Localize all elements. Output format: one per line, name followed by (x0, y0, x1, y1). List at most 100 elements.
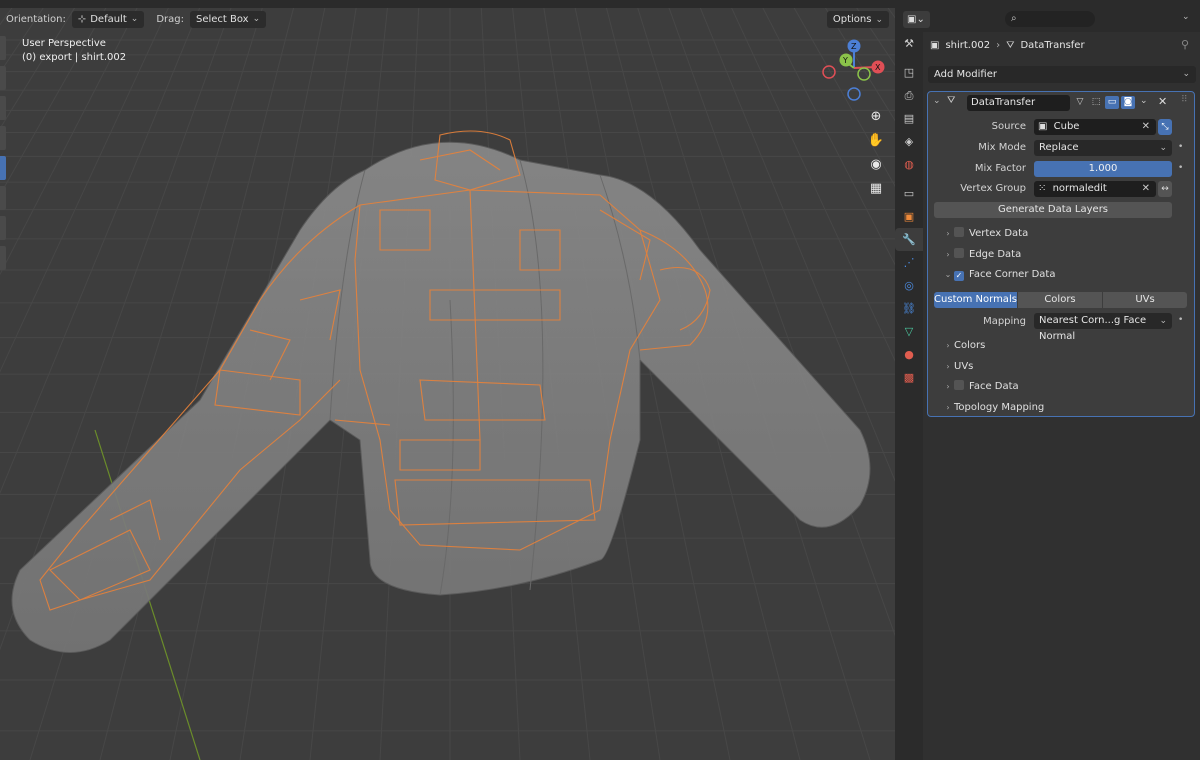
face-data-checkbox[interactable] (954, 380, 964, 390)
modifier-name-field[interactable]: DataTransfer (967, 95, 1070, 111)
tab-custom-normals[interactable]: Custom Normals (934, 292, 1017, 308)
grid-ortho-icon[interactable]: ▦ (866, 180, 886, 197)
tab-uvs[interactable]: UVs (1103, 292, 1187, 308)
constraints-tab-icon[interactable]: ⛓ (895, 297, 923, 320)
texture-tab-icon[interactable]: ▩ (895, 366, 923, 389)
world-tab-icon[interactable]: ◍ (895, 153, 923, 176)
breadcrumb-separator: › (996, 39, 1001, 51)
subpanel-face-corner-data[interactable]: ⌄ ✓ Face Corner Data (942, 265, 1182, 285)
tool-button[interactable] (0, 36, 6, 60)
zoom-icon[interactable]: ⊕ (866, 108, 886, 125)
add-modifier-button[interactable]: Add Modifier ⌄ (928, 66, 1196, 83)
tool-button-active[interactable] (0, 156, 6, 180)
drag-label: Drag: (156, 13, 184, 25)
face-data-label: Face Data (969, 381, 1019, 392)
scene-tab-icon[interactable]: ◈ (895, 130, 923, 153)
drag-dropdown[interactable]: Select Box ⌄ (189, 10, 267, 28)
modifier-tab-icon[interactable]: 🔧 (895, 228, 923, 251)
hand-pan-icon[interactable]: ✋ (866, 132, 886, 149)
generate-data-layers-button[interactable]: Generate Data Layers (934, 202, 1172, 218)
properties-tab-column: ⚒ ◳ ⎙ ▤ ◈ ◍ ▭ ▣ 🔧 ⋰ ◎ ⛓ ▽ ● ▩ (895, 32, 923, 760)
tool-button[interactable] (0, 186, 6, 210)
chevron-down-icon: ⌄ (1159, 316, 1167, 326)
object-transform-icon[interactable]: ⤡ (1158, 119, 1172, 135)
gizmo-neg-x[interactable] (822, 65, 836, 79)
source-field[interactable]: ▣ Cube ✕ (1034, 119, 1156, 135)
invert-arrows-icon[interactable]: ↔ (1158, 181, 1172, 197)
object-tab-icon[interactable]: ▣ (895, 205, 923, 228)
3d-viewport[interactable]: Orientation: ⊹ Default ⌄ Drag: Select Bo… (0, 0, 895, 760)
source-label: Source (991, 121, 1026, 132)
mix-factor-slider[interactable]: 1.000 (1034, 161, 1172, 177)
edge-data-label: Edge Data (969, 249, 1022, 260)
subpanel-vertex-data[interactable]: › Vertex Data (942, 224, 1182, 244)
keyframe-dot-icon[interactable]: • (1178, 142, 1183, 152)
on-cage-icon[interactable]: ▽ (1073, 96, 1087, 109)
pin-icon[interactable]: ⚲ (1181, 38, 1189, 51)
keyframe-dot-icon[interactable]: • (1178, 315, 1183, 325)
gizmo-neg-y[interactable] (857, 67, 871, 81)
chevron-right-icon: › (946, 341, 950, 350)
properties-search-input[interactable]: ⌕ (1005, 11, 1095, 27)
datatransfer-icon: ⛛ (947, 95, 956, 106)
vertex-group-field[interactable]: ⁙ normaledit ✕ (1034, 181, 1156, 197)
subpanel-uvs[interactable]: › UVs (942, 357, 1182, 377)
data-tab-icon[interactable]: ▽ (895, 320, 923, 343)
editor-type-button[interactable]: ▣⌄ (903, 11, 930, 28)
keyframe-dot-icon[interactable]: • (1178, 163, 1183, 173)
close-icon[interactable]: ✕ (1158, 95, 1167, 108)
collapse-chevron-icon[interactable]: ⌄ (933, 96, 941, 106)
subpanel-edge-data[interactable]: › Edge Data (942, 245, 1182, 265)
add-modifier-label: Add Modifier (934, 69, 997, 80)
camera-icon[interactable]: ◉ (866, 156, 886, 173)
tool-button[interactable] (0, 96, 6, 120)
render-camera-icon[interactable]: ◙ (1121, 96, 1135, 109)
gizmo-neg-z[interactable] (847, 87, 861, 101)
chevron-right-icon: › (946, 229, 950, 238)
face-corner-data-checkbox[interactable]: ✓ (954, 271, 964, 281)
source-value: Cube (1053, 121, 1080, 132)
subpanel-topology-mapping[interactable]: › Topology Mapping (942, 398, 1182, 418)
viewport-toolbar: Orientation: ⊹ Default ⌄ Drag: Select Bo… (0, 8, 895, 30)
orientation-label: Orientation: (6, 13, 66, 25)
uvs-label: UVs (954, 361, 974, 372)
mapping-dropdown[interactable]: Nearest Corn...g Face Normal ⌄ (1034, 313, 1172, 342)
view-layer-tab-icon[interactable]: ▤ (895, 107, 923, 130)
clear-icon[interactable]: ✕ (1142, 119, 1150, 135)
mix-mode-dropdown[interactable]: Replace ⌄ (1034, 140, 1172, 156)
orientation-dropdown[interactable]: ⊹ Default ⌄ (71, 10, 145, 28)
realtime-display-icon[interactable]: ▭ (1105, 96, 1119, 109)
tool-tab-icon[interactable]: ⚒ (895, 32, 923, 55)
breadcrumb-object: shirt.002 (945, 39, 991, 51)
clear-icon[interactable]: ✕ (1142, 181, 1150, 197)
vertex-data-checkbox[interactable] (954, 227, 964, 237)
subpanel-face-data[interactable]: › Face Data (942, 377, 1182, 397)
tool-button[interactable] (0, 66, 6, 90)
physics-tab-icon[interactable]: ◎ (895, 274, 923, 297)
subpanel-colors[interactable]: › Colors (942, 336, 1182, 356)
mesh-object-icon: ▣ (1038, 121, 1048, 132)
vertex-group-value: normaledit (1052, 183, 1107, 194)
tool-button[interactable] (0, 216, 6, 240)
toolbar-left (0, 36, 8, 276)
navigation-gizmo[interactable]: Z X Y (820, 38, 890, 104)
edit-mode-icon[interactable]: ⬚ (1089, 96, 1103, 109)
options-button[interactable]: Options ⌄ (826, 11, 889, 28)
tab-colors[interactable]: Colors (1018, 292, 1102, 308)
drag-handle-icon[interactable]: ⠿ (1181, 95, 1188, 105)
material-tab-icon[interactable]: ● (895, 343, 923, 366)
edge-data-checkbox[interactable] (954, 248, 964, 258)
modifier-menu-chevron-icon[interactable]: ⌄ (1140, 96, 1148, 106)
datatransfer-icon: ⛛ (1006, 39, 1015, 51)
output-tab-icon[interactable]: ⎙ (895, 84, 923, 107)
render-tab-icon[interactable]: ◳ (895, 61, 923, 84)
chevron-right-icon: › (946, 362, 950, 371)
viewport-overlay-text: User Perspective (0) export | shirt.002 (22, 37, 126, 65)
tool-button[interactable] (0, 246, 6, 270)
gizmo-z-label: Z (851, 42, 857, 51)
particles-tab-icon[interactable]: ⋰ (895, 251, 923, 274)
chevron-down-icon[interactable]: ⌄ (1182, 12, 1190, 22)
gizmo-x-label: X (875, 63, 881, 72)
collection-tab-icon[interactable]: ▭ (895, 182, 923, 205)
tool-button[interactable] (0, 126, 6, 150)
